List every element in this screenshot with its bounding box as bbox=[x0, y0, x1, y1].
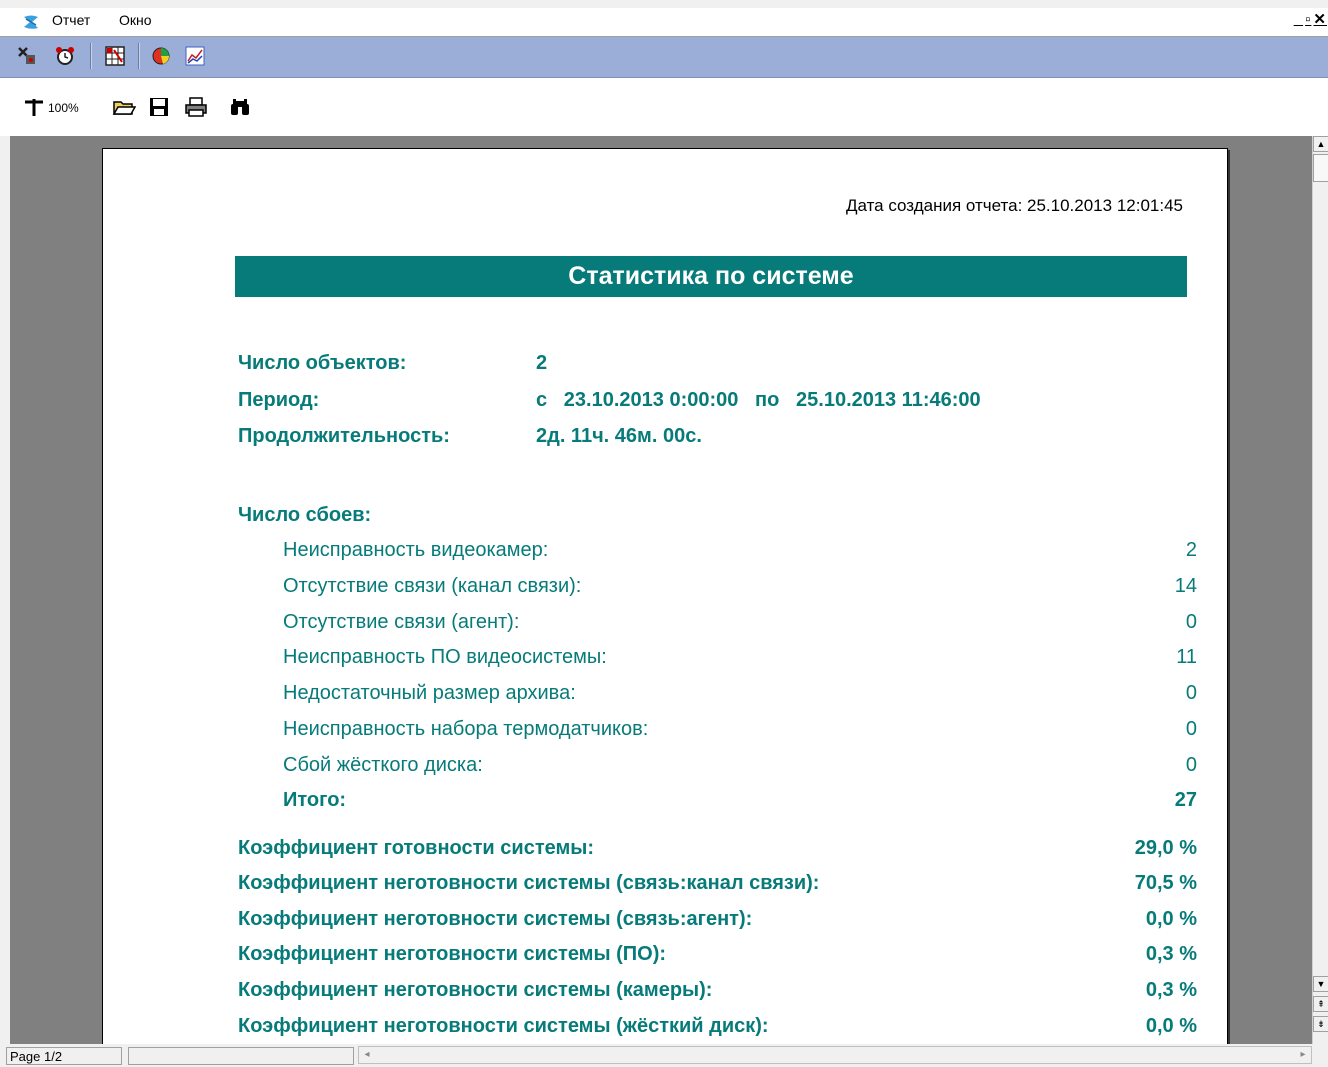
coefficient-label: Коэффициент неготовности системы (связь:… bbox=[238, 872, 820, 894]
main-toolbar bbox=[0, 37, 1328, 78]
coefficient-label: Коэффициент готовности системы: bbox=[238, 837, 595, 859]
coefficient-label: Коэффициент неготовности системы (жёстки… bbox=[238, 1015, 769, 1037]
period-value: с 23.10.2013 0:00:00 по 25.10.2013 11:46… bbox=[536, 389, 981, 411]
binoculars-icon[interactable] bbox=[228, 96, 252, 118]
restore-button[interactable]: ▫ bbox=[1304, 11, 1312, 28]
failure-label: Сбой жёсткого диска: bbox=[283, 754, 483, 776]
window-controls: _ ▫ ✕ bbox=[1293, 10, 1328, 28]
zoom-level[interactable]: 100% bbox=[48, 101, 79, 115]
print-icon[interactable] bbox=[184, 96, 208, 118]
page-down-icon[interactable]: ⇟ bbox=[1313, 1016, 1328, 1032]
tools-icon[interactable] bbox=[16, 45, 38, 67]
scroll-thumb[interactable] bbox=[1313, 154, 1328, 182]
report-viewport[interactable]: Дата создания отчета: 25.10.2013 12:01:4… bbox=[10, 136, 1312, 1044]
coefficient-value: 0,3 % bbox=[1145, 943, 1197, 965]
page-indicator: Page 1/2 bbox=[6, 1047, 122, 1065]
scroll-up-icon[interactable]: ▲ bbox=[1313, 136, 1328, 152]
scroll-left-icon[interactable]: ◂ bbox=[359, 1047, 375, 1063]
menu-bar: Отчет Окно _ ▫ ✕ bbox=[0, 8, 1328, 37]
pie-chart-icon[interactable] bbox=[150, 45, 172, 67]
menu-report[interactable]: Отчет bbox=[52, 12, 90, 28]
report-created-date: Дата создания отчета: 25.10.2013 12:01:4… bbox=[845, 196, 1183, 215]
failure-value: 11 bbox=[1176, 646, 1197, 668]
failure-label: Неисправность видеокамер: bbox=[283, 539, 549, 561]
open-folder-icon[interactable] bbox=[112, 96, 136, 118]
failure-value: 2 bbox=[1185, 539, 1197, 561]
minimize-button[interactable]: _ bbox=[1293, 11, 1304, 28]
failures-label: Число сбоев: bbox=[238, 504, 372, 526]
failure-label: Неисправность набора термодатчиков: bbox=[283, 718, 649, 740]
failure-value: 0 bbox=[1185, 611, 1197, 633]
menu-window[interactable]: Окно bbox=[119, 12, 152, 28]
failure-value: 0 bbox=[1185, 718, 1197, 740]
coefficient-value: 29,0 % bbox=[1134, 837, 1197, 859]
alarm-clock-icon[interactable] bbox=[54, 45, 76, 67]
objects-value: 2 bbox=[536, 352, 548, 374]
report-title: Статистика по системе bbox=[235, 256, 1187, 297]
duration-value: 2д. 11ч. 46м. 00с. bbox=[536, 425, 702, 447]
save-icon[interactable] bbox=[148, 96, 170, 118]
failure-value: 14 bbox=[1174, 575, 1197, 597]
coefficient-value: 0,0 % bbox=[1145, 1015, 1197, 1037]
horizontal-scrollbar[interactable]: ◂ ▸ bbox=[358, 1046, 1312, 1064]
total-value: 27 bbox=[1174, 789, 1197, 811]
vertical-scrollbar[interactable]: ▲ ▼ ⇞ ⇟ bbox=[1312, 136, 1328, 1044]
scroll-down-icon[interactable]: ▼ bbox=[1313, 976, 1328, 992]
failure-label: Неисправность ПО видеосистемы: bbox=[283, 646, 607, 668]
preview-toolbar: 100% bbox=[0, 78, 1328, 136]
failure-value: 0 bbox=[1185, 682, 1197, 704]
failure-value: 0 bbox=[1185, 754, 1197, 776]
coefficient-label: Коэффициент неготовности системы (связь:… bbox=[238, 908, 753, 930]
failure-label: Недостаточный размер архива: bbox=[283, 682, 576, 704]
failure-label: Отсутствие связи (канал связи): bbox=[283, 575, 582, 597]
close-button[interactable]: ✕ bbox=[1312, 10, 1328, 28]
total-label: Итого: bbox=[283, 789, 347, 811]
table-report-icon[interactable] bbox=[104, 45, 126, 67]
objects-label: Число объектов: bbox=[238, 352, 407, 374]
line-chart-icon[interactable] bbox=[184, 45, 206, 67]
report-page: Дата создания отчета: 25.10.2013 12:01:4… bbox=[102, 148, 1228, 1044]
status-panel bbox=[128, 1047, 354, 1065]
coefficient-value: 0,0 % bbox=[1145, 908, 1197, 930]
zoom-icon[interactable] bbox=[22, 96, 46, 118]
coefficient-value: 0,3 % bbox=[1145, 979, 1197, 1001]
coefficient-label: Коэффициент неготовности системы (камеры… bbox=[238, 979, 713, 1001]
period-label: Период: bbox=[238, 389, 320, 411]
coefficient-value: 70,5 % bbox=[1134, 872, 1197, 894]
coefficient-label: Коэффициент неготовности системы (ПО): bbox=[238, 943, 667, 965]
page-up-icon[interactable]: ⇞ bbox=[1313, 996, 1328, 1012]
duration-label: Продолжительность: bbox=[238, 425, 450, 447]
scroll-right-icon[interactable]: ▸ bbox=[1295, 1047, 1311, 1063]
app-logo-icon bbox=[24, 15, 38, 29]
failure-label: Отсутствие связи (агент): bbox=[283, 611, 520, 633]
